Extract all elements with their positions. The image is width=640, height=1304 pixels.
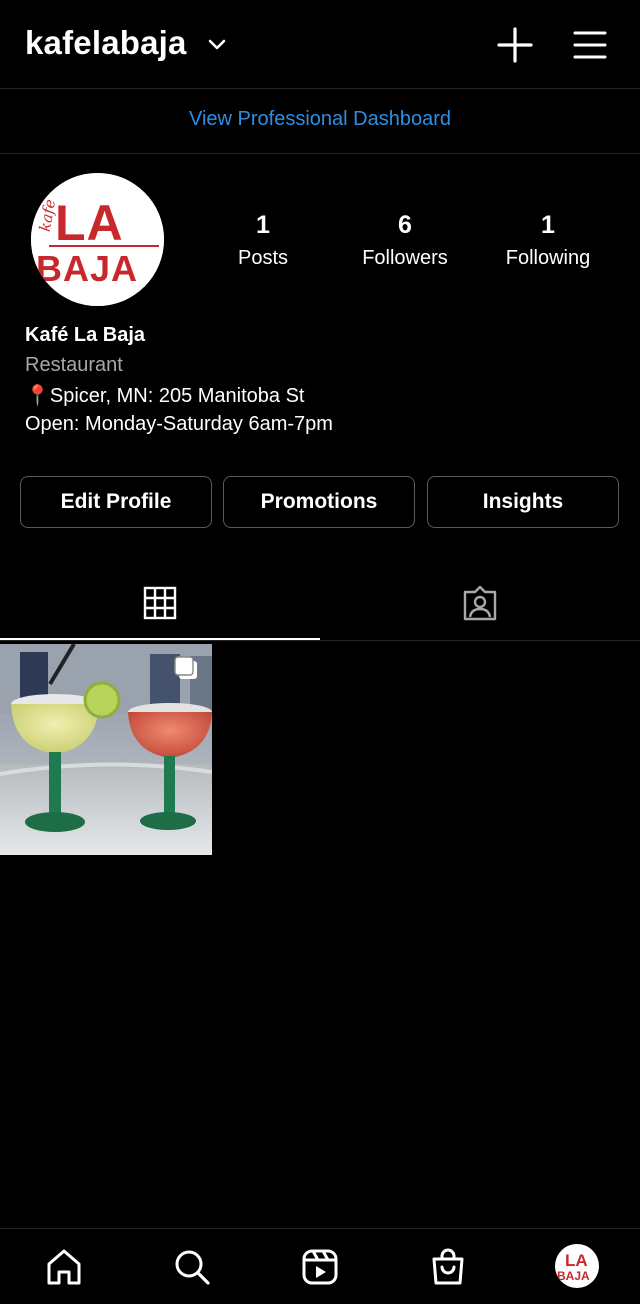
- profile-category: Restaurant: [25, 354, 123, 376]
- create-plus-icon[interactable]: [496, 26, 534, 64]
- promotions-button[interactable]: Promotions: [223, 476, 415, 528]
- bio-location: 📍Spicer, MN: 205 Manitoba St: [25, 385, 305, 407]
- nav-logo-la: LA: [565, 1251, 588, 1270]
- post-thumbnail[interactable]: [0, 644, 212, 855]
- hamburger-menu-icon[interactable]: [572, 28, 608, 62]
- posts-count[interactable]: 1: [193, 211, 333, 240]
- insights-button[interactable]: Insights: [427, 476, 619, 528]
- tabs-divider: [0, 640, 640, 641]
- profile-avatar[interactable]: kafe LA BAJA: [31, 173, 164, 306]
- logo-baja-text: BAJA: [36, 248, 138, 289]
- nav-logo-baja: BAJA: [557, 1269, 590, 1283]
- following-label[interactable]: Following: [468, 247, 628, 270]
- multiple-photos-icon: [174, 656, 197, 679]
- la-baja-logo-small: LA BAJA: [557, 1251, 590, 1283]
- profile-avatar-nav[interactable]: LA BAJA: [555, 1244, 599, 1288]
- reels-icon[interactable]: [301, 1247, 339, 1287]
- username-title[interactable]: kafelabaja: [25, 24, 187, 62]
- posts-label[interactable]: Posts: [183, 247, 343, 270]
- tagged-person-icon[interactable]: [461, 584, 499, 622]
- search-icon[interactable]: [173, 1247, 211, 1287]
- following-count[interactable]: 1: [478, 211, 618, 240]
- la-baja-logo: kafe LA BAJA: [31, 173, 164, 306]
- followers-label[interactable]: Followers: [325, 247, 485, 270]
- profile-display-name: Kafé La Baja: [25, 324, 146, 346]
- shop-icon[interactable]: [429, 1247, 467, 1287]
- active-tab-indicator: [0, 638, 320, 640]
- home-icon[interactable]: [45, 1247, 83, 1287]
- followers-count[interactable]: 6: [335, 211, 475, 240]
- bio-hours: Open: Monday-Saturday 6am-7pm: [25, 413, 333, 435]
- logo-la-text: LA: [55, 195, 124, 251]
- chevron-down-icon[interactable]: [206, 36, 228, 54]
- professional-dashboard-link[interactable]: View Professional Dashboard: [0, 108, 640, 131]
- edit-profile-button[interactable]: Edit Profile: [20, 476, 212, 528]
- grid-icon[interactable]: [142, 585, 178, 621]
